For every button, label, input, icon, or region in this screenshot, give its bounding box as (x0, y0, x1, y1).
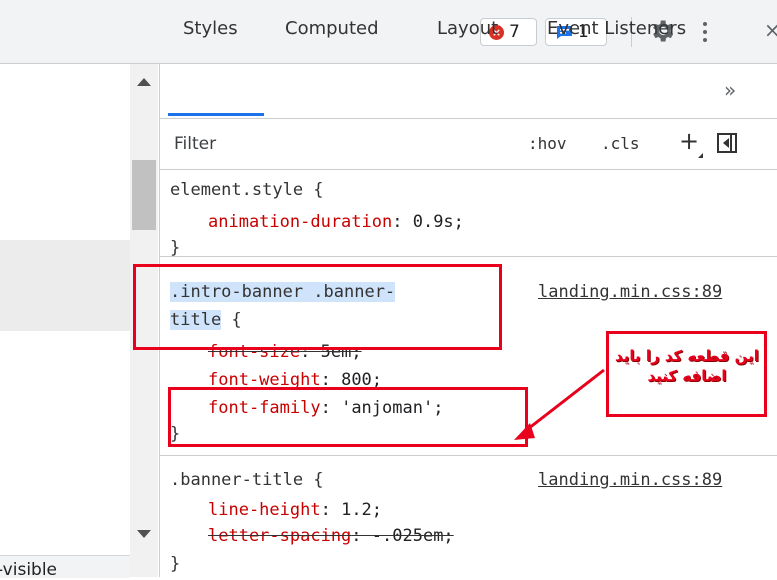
property-value[interactable]: -.025em; (372, 526, 454, 546)
property-value[interactable]: 0.9s; (413, 212, 464, 232)
property-name[interactable]: line-height (208, 500, 321, 520)
tab-event-listeners[interactable]: Event Listeners (547, 18, 686, 39)
hov-toggle[interactable]: :hov (528, 134, 567, 153)
tab-styles[interactable]: Styles (183, 18, 238, 39)
tab-computed[interactable]: Computed (285, 18, 379, 39)
selected-node-highlight (0, 240, 130, 331)
annotation-note: این قطعه کد را باید اضافه کنید (615, 347, 759, 385)
scroll-up-arrow-icon[interactable] (137, 78, 151, 86)
declaration[interactable]: animation-duration: 0.9s; (208, 212, 464, 232)
new-rule-menu-icon[interactable] (698, 153, 703, 158)
property-name[interactable]: animation-duration (208, 212, 392, 232)
annotation-box-selector (133, 264, 502, 350)
rule-close-brace: } (170, 554, 181, 574)
source-link[interactable]: landing.min.css:89 (538, 282, 722, 302)
scroll-down-arrow-icon[interactable] (137, 530, 151, 538)
rule-selector[interactable]: element.style { (170, 180, 324, 200)
more-tabs-icon[interactable]: » (724, 78, 736, 102)
cls-toggle[interactable]: .cls (601, 134, 640, 153)
rule-divider (160, 455, 777, 456)
annotation-box-declaration (168, 387, 528, 447)
close-devtools-icon[interactable]: × (764, 18, 777, 42)
filter-input[interactable] (168, 126, 508, 162)
scrollbar-thumb[interactable] (132, 160, 156, 230)
breadcrumb-item[interactable]: -visible (0, 560, 57, 580)
property-value[interactable]: 1.2; (341, 500, 382, 520)
new-rule-button[interactable]: + (679, 127, 699, 155)
errors-count: 7 (509, 22, 520, 42)
source-link[interactable]: landing.min.css:89 (538, 470, 722, 490)
sidebar-tabs (160, 64, 777, 119)
toggle-sidebar-icon[interactable] (717, 133, 737, 153)
rule-close-brace: } (170, 238, 181, 258)
more-options-icon[interactable] (700, 18, 710, 46)
rule-selector[interactable]: .banner-title { (170, 470, 324, 490)
declaration[interactable]: letter-spacing: -.025em; (208, 526, 454, 546)
active-tab-indicator (168, 113, 264, 116)
declaration[interactable]: line-height: 1.2; (208, 500, 382, 520)
property-name[interactable]: letter-spacing (208, 526, 351, 546)
tab-layout[interactable]: Layout (437, 18, 498, 39)
rule-divider (160, 256, 777, 257)
